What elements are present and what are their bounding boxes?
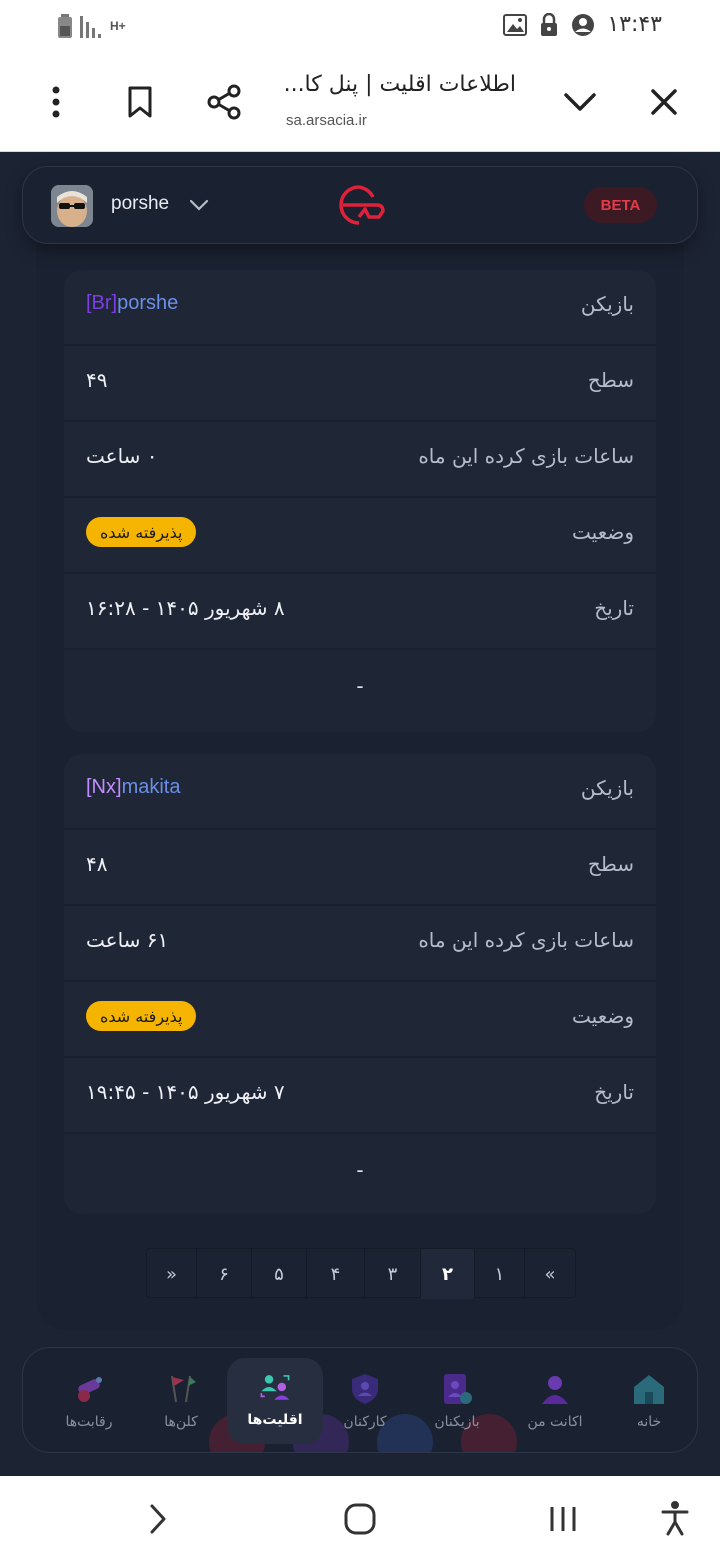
nav-item-staff[interactable]: کارکنان bbox=[317, 1348, 413, 1452]
player-label: بازیکن bbox=[580, 776, 634, 800]
nav-label: اقلیت‌ها bbox=[247, 1412, 303, 1428]
status-label: وضعیت bbox=[572, 520, 634, 544]
hours-label: ساعات بازی کرده این ماه bbox=[418, 444, 634, 468]
hours-value: ۰ ساعت bbox=[86, 444, 158, 468]
status-badge: پذیرفته شده bbox=[86, 517, 197, 547]
player-name: makita bbox=[121, 776, 181, 798]
nav-label: اکانت من bbox=[527, 1414, 583, 1430]
nav-label: رقابت‌ها bbox=[65, 1414, 113, 1430]
page-6-button[interactable]: ۶ bbox=[197, 1249, 252, 1299]
nav-label: بازیکنان bbox=[434, 1414, 480, 1430]
beta-badge: BETA bbox=[584, 187, 657, 223]
date-label: تاریخ bbox=[594, 1080, 634, 1104]
player-value[interactable]: [Br]porshe bbox=[86, 292, 178, 315]
home-button-icon[interactable] bbox=[344, 1503, 376, 1539]
lock-icon bbox=[541, 12, 558, 36]
flags-icon bbox=[164, 1372, 198, 1406]
system-navigation-bar bbox=[0, 1476, 720, 1560]
recent-apps-icon[interactable] bbox=[548, 1504, 578, 1538]
network-type: H+ bbox=[110, 19, 126, 33]
cannon-icon bbox=[72, 1372, 106, 1406]
nav-item-players[interactable]: بازیکنان bbox=[409, 1348, 505, 1452]
player-row: بازیکن [Br]porshe bbox=[64, 270, 656, 346]
page-title: اطلاعات اقلیت | پنل کا... bbox=[283, 72, 516, 97]
minorities-icon bbox=[258, 1370, 292, 1404]
status-bar: H+ ۱۳:۴۳ bbox=[0, 0, 720, 52]
account-circle-icon bbox=[572, 13, 595, 36]
username[interactable]: porshe bbox=[111, 193, 169, 215]
hours-label: ساعات بازی کرده این ماه bbox=[418, 928, 634, 952]
user-menu-chevron-icon[interactable] bbox=[189, 197, 209, 216]
nav-label: کلن‌ها bbox=[164, 1414, 198, 1430]
avatar[interactable] bbox=[51, 185, 93, 227]
nav-label: کارکنان bbox=[343, 1414, 387, 1430]
page-prev-button[interactable]: « bbox=[525, 1249, 575, 1299]
minority-record-card: بازیکن [Br]porshe سطح ۴۹ ساعات بازی کرده… bbox=[64, 270, 656, 732]
player-row: بازیکن [Nx]makita bbox=[64, 754, 656, 830]
clan-tag: [Br] bbox=[86, 292, 118, 314]
nav-item-home[interactable]: خانه bbox=[601, 1348, 697, 1452]
level-label: سطح bbox=[587, 852, 634, 876]
level-label: سطح bbox=[587, 368, 634, 392]
signal-icon bbox=[80, 16, 101, 38]
site-header: porshe BETA bbox=[22, 166, 698, 244]
user-icon bbox=[538, 1372, 572, 1406]
page-1-button[interactable]: ۱ bbox=[475, 1249, 525, 1299]
status-row: وضعیت پذیرفته شده bbox=[64, 498, 656, 574]
level-value: ۴۸ bbox=[86, 852, 108, 876]
date-row: تاریخ ۷ شهریور ۱۴۰۵ - ۱۹:۴۵ bbox=[64, 1058, 656, 1134]
nav-label: خانه bbox=[636, 1414, 662, 1430]
bookmark-icon[interactable] bbox=[122, 82, 158, 122]
player-label: بازیکن bbox=[580, 292, 634, 316]
page-2-button[interactable]: ۲ bbox=[421, 1249, 475, 1299]
hours-row: ساعات بازی کرده این ماه ۰ ساعت bbox=[64, 422, 656, 498]
minority-record-card: بازیکن [Nx]makita سطح ۴۸ ساعات بازی کرده… bbox=[64, 754, 656, 1214]
site-logo-icon[interactable] bbox=[333, 183, 387, 231]
extra-value: - bbox=[356, 1158, 364, 1182]
browser-toolbar: اطلاعات اقلیت | پنل کا... sa.arsacia.ir bbox=[0, 52, 720, 152]
page-next-button[interactable]: » bbox=[147, 1249, 197, 1299]
home-icon bbox=[632, 1372, 666, 1406]
status-label: وضعیت bbox=[572, 1004, 634, 1028]
hours-value: ۶۱ ساعت bbox=[86, 928, 169, 952]
level-value: ۴۹ bbox=[86, 368, 108, 392]
image-icon bbox=[503, 13, 528, 36]
players-icon bbox=[440, 1372, 474, 1406]
accessibility-icon[interactable] bbox=[660, 1500, 690, 1540]
player-value[interactable]: [Nx]makita bbox=[86, 776, 180, 799]
date-label: تاریخ bbox=[594, 596, 634, 620]
page-3-button[interactable]: ۳ bbox=[365, 1249, 421, 1299]
page-url[interactable]: sa.arsacia.ir bbox=[286, 112, 367, 129]
clock: ۱۳:۴۳ bbox=[607, 12, 662, 37]
status-badge: پذیرفته شده bbox=[86, 1001, 197, 1031]
forward-icon[interactable] bbox=[146, 1502, 170, 1540]
menu-dots-icon[interactable] bbox=[42, 82, 70, 122]
player-name: porshe bbox=[117, 292, 179, 314]
clan-tag: [Nx] bbox=[86, 776, 122, 798]
page-5-button[interactable]: ۵ bbox=[252, 1249, 307, 1299]
bottom-navigation: رقابت‌ها کلن‌ها اقلیت‌ها کارکنان بازیکنا… bbox=[22, 1347, 698, 1453]
date-value: ۷ شهریور ۱۴۰۵ - ۱۹:۴۵ bbox=[86, 1080, 285, 1104]
nav-item-competitions[interactable]: رقابت‌ها bbox=[41, 1348, 137, 1452]
level-row: سطح ۴۸ bbox=[64, 830, 656, 906]
status-row: وضعیت پذیرفته شده bbox=[64, 982, 656, 1058]
extra-value: - bbox=[356, 674, 364, 698]
staff-shield-icon bbox=[348, 1372, 382, 1406]
date-value: ۸ شهریور ۱۴۰۵ - ۱۶:۲۸ bbox=[86, 596, 285, 620]
battery-icon bbox=[58, 14, 72, 38]
pagination: » ۶ ۵ ۴ ۳ ۲ ۱ « bbox=[146, 1248, 576, 1299]
nav-item-my-account[interactable]: اکانت من bbox=[507, 1348, 603, 1452]
date-row: تاریخ ۸ شهریور ۱۴۰۵ - ۱۶:۲۸ bbox=[64, 574, 656, 650]
page-4-button[interactable]: ۴ bbox=[307, 1249, 365, 1299]
nav-item-minorities[interactable]: اقلیت‌ها bbox=[227, 1358, 323, 1444]
chevron-down-icon[interactable] bbox=[560, 84, 600, 120]
share-icon[interactable] bbox=[204, 82, 244, 122]
level-row: سطح ۴۹ bbox=[64, 346, 656, 422]
hours-row: ساعات بازی کرده این ماه ۶۱ ساعت bbox=[64, 906, 656, 982]
close-icon[interactable] bbox=[646, 84, 682, 120]
nav-item-clans[interactable]: کلن‌ها bbox=[133, 1348, 229, 1452]
